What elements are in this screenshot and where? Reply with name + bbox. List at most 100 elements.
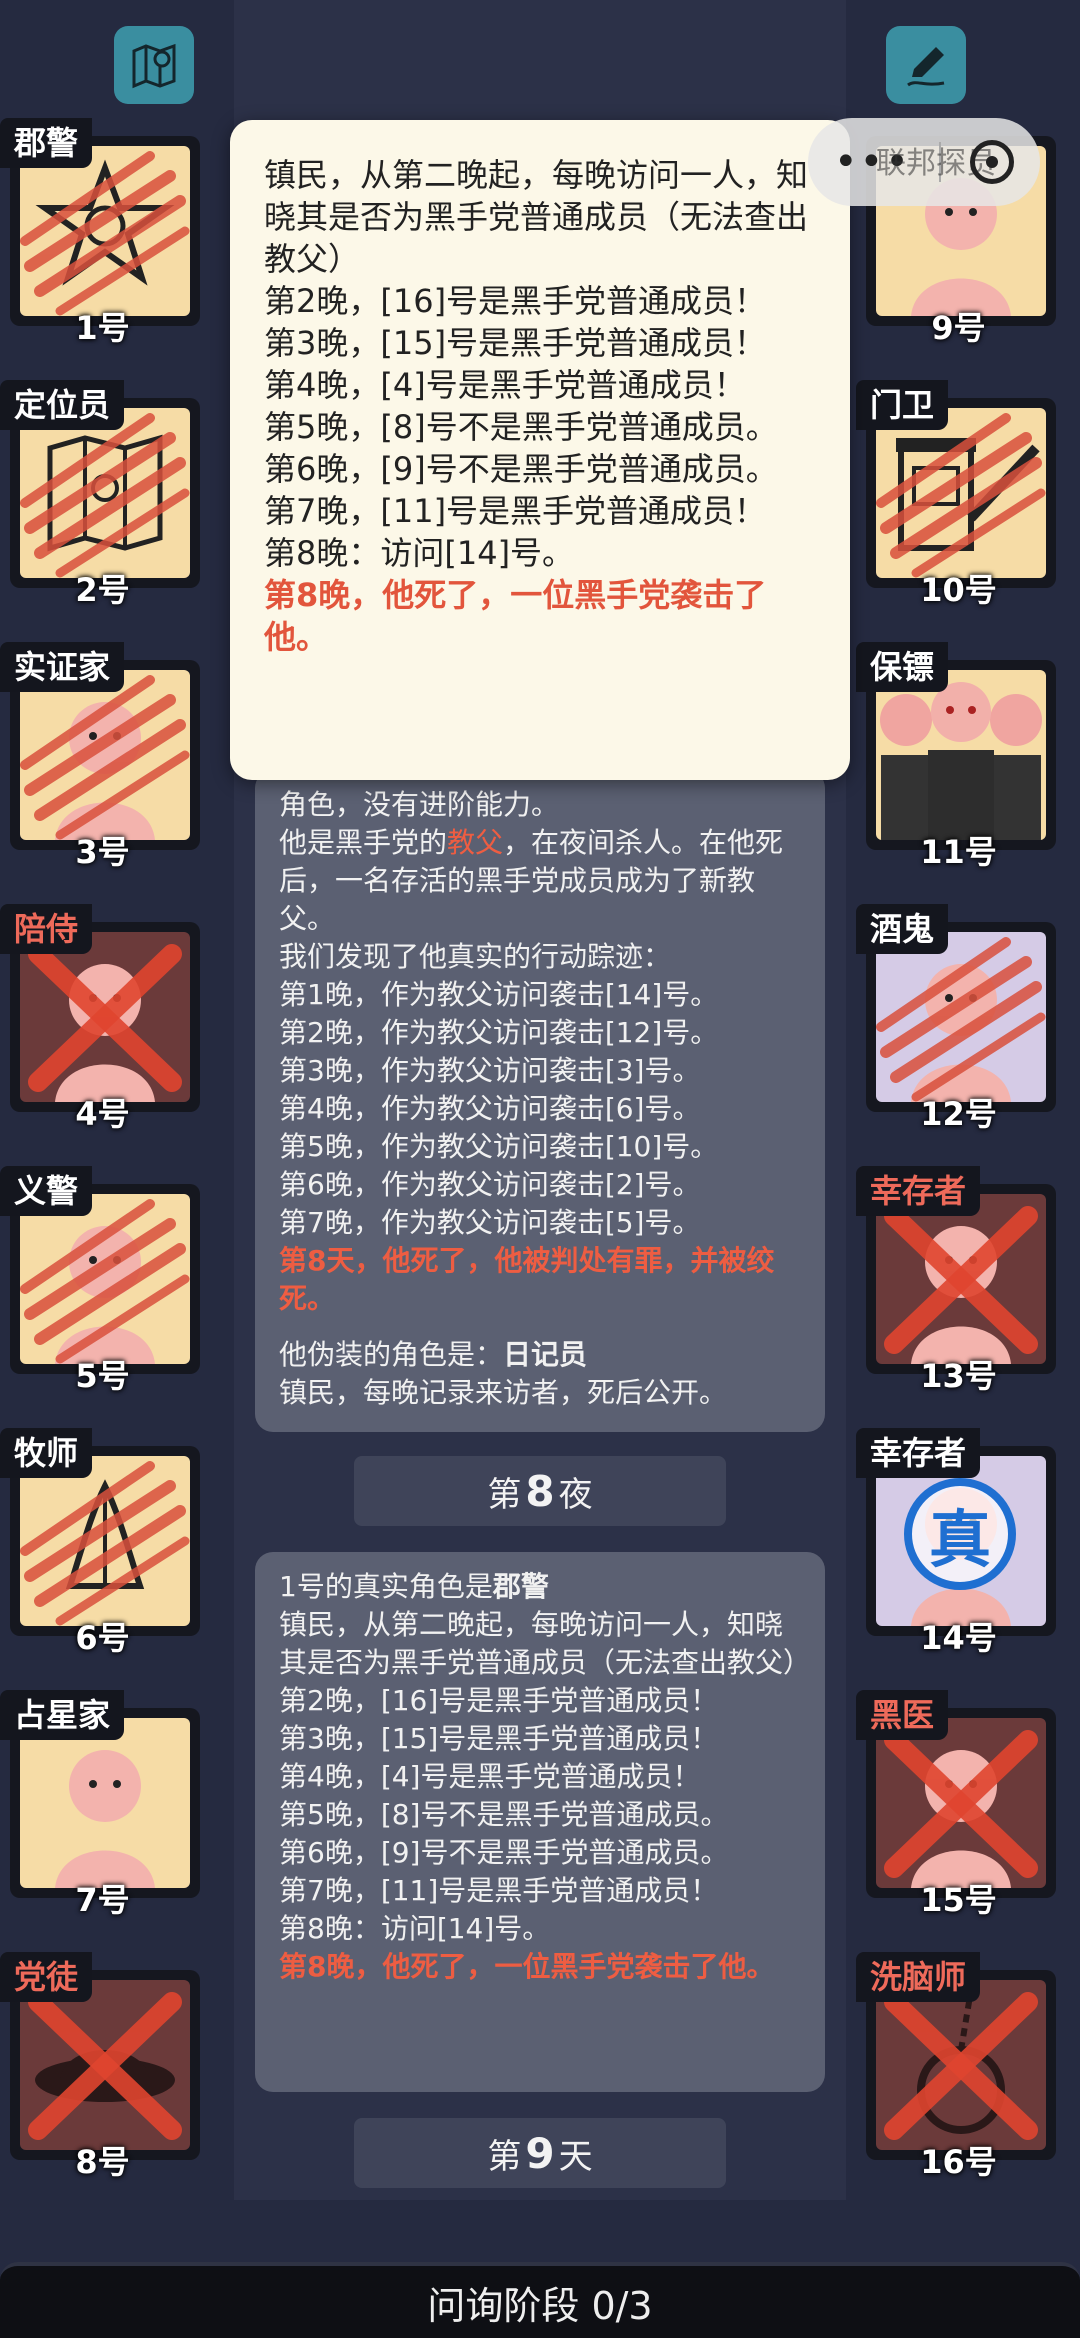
night-line: 第5晚，作为教父访问袭击[10]号。 [279,1130,719,1163]
banner-number: 9 [525,2128,555,2178]
badge-text: 真 [928,1503,991,1576]
player-number: 1号 [75,309,130,347]
drunk-icon [911,964,1011,1102]
disguise-prefix: 他伪装的角色是： [279,1338,504,1371]
night-8-banner: 第 8 夜 [354,1456,726,1526]
card-line: 第4晚，[4]号是黑手党普通成员！ [279,1760,701,1793]
pencil-icon [907,47,945,87]
player-card-13号[interactable]: 幸存者 13号 [856,1166,1061,1395]
godfather-line: 他是黑手党的教父，在夜间杀人。在他死后，一名存活的黑手党成员成为了新教父。 [279,824,801,938]
portrait [876,1980,1046,2150]
godfather-word: 教父 [447,826,504,859]
player-card-5号[interactable]: 义警 5号 [0,1166,205,1395]
portrait [876,932,1046,1102]
confused-person-icon [55,702,155,840]
player-card-1号[interactable]: 郡警 1号 [0,118,205,347]
dark-doctor-icon [911,1750,1011,1888]
player-card-4号[interactable]: 陪侍 4号 [0,904,205,1133]
phase-bar[interactable]: 问询阶段 0/3 [0,2262,1080,2338]
popup-line: 第5晚，[8]号不是黑手党普通成员。 [264,408,778,446]
popup-line: 第4晚，[4]号是黑手党普通成员！ [264,366,746,404]
player-number: 15号 [920,1881,997,1919]
portrait [20,670,190,840]
disguise-role: 日记员 [503,1338,588,1371]
map-icon [132,43,176,89]
role-label: 幸存者 [856,1428,981,1478]
player-number: 11号 [920,833,997,871]
role-label: 郡警 [0,118,93,168]
popup-line: 第8晚：访问[14]号。 [264,534,575,572]
role-info-popup[interactable]: 镇民，从第二晚起，每晚访问一人，知晓其是否为黑手党普通成员（无法查出教父） 第2… [230,120,850,780]
role-label: 实证家 [0,642,125,692]
player-number: 5号 [75,1357,130,1395]
player-card-8号[interactable]: 党徒 8号 [0,1952,205,2181]
history-card-godfather: 角色，没有进阶能力。 他是黑手党的教父，在夜间杀人。在他死后，一名存活的黑手党成… [255,770,825,1432]
popup-line: 第7晚，[11]号是黑手党普通成员！ [264,492,767,530]
banner-number: 8 [525,1466,555,1516]
portrait [20,1980,190,2150]
banner-prefix: 第 [487,2136,522,2177]
popup-death-line: 第8晚，他死了，一位黑手党袭击了他。 [264,576,767,656]
portrait: 真 [876,1456,1046,1626]
card-line: 第3晚，[15]号是黑手党普通成员！ [279,1722,719,1755]
mafia-hat-icon [35,2050,175,2102]
popup-line: 镇民，从第二晚起，每晚访问一人，知晓其是否为黑手党普通成员（无法查出教父） [264,156,809,278]
player-card-2号[interactable]: 定位员 2号 [0,380,205,609]
night-line: 第3晚，作为教父访问袭击[3]号。 [279,1054,701,1087]
portrait [876,408,1046,578]
map-pin-icon [47,434,163,552]
role-label: 门卫 [856,380,949,430]
player-card-15号[interactable]: 黑医 15号 [856,1690,1061,1919]
player-card-12号[interactable]: 酒鬼 12号 [856,904,1061,1133]
card-line: 第7晚，[11]号是黑手党普通成员！ [279,1874,719,1907]
praying-hands-icon [65,1479,145,1589]
notes-button[interactable] [886,26,966,104]
player-card-16号[interactable]: 洗脑师 16号 [856,1952,1061,2181]
player-card-10号[interactable]: 门卫 10号 [856,380,1061,609]
player-number: 3号 [75,833,130,871]
portrait [20,1718,190,1888]
sheriff-badge-icon [35,159,175,286]
night-line: 第1晚，作为教父访问袭击[14]号。 [279,978,719,1011]
role-label: 黑医 [856,1690,949,1740]
player-number: 9号 [931,309,986,347]
card-line: 第8晚：访问[14]号。 [279,1912,551,1945]
player-number: 13号 [920,1357,997,1395]
gate-booth-icon [896,438,1040,551]
card-line: 第6晚，[9]号不是黑手党普通成员。 [279,1836,729,1869]
role-label: 义警 [0,1166,93,1216]
verified-badge-icon: 真 [904,1478,1016,1590]
day-9-banner: 第 9 天 [354,2118,726,2188]
role-label: 党徒 [0,1952,93,2002]
player-card-7号[interactable]: 占星家 7号 [0,1690,205,1919]
popup-line: 第6晚，[9]号不是黑手党普通成员。 [264,450,778,488]
player-card-3号[interactable]: 实证家 3号 [0,642,205,871]
portrait [876,1194,1046,1364]
history-card-sheriff: 1号的真实角色是郡警 镇民，从第二晚起，每晚访问一人，知晓其是否为黑手党普通成员… [255,1552,825,2092]
player-card-14号[interactable]: 真 幸存者 14号 [856,1428,1061,1657]
bodyguards-icon [880,682,1042,840]
player-number: 7号 [75,1881,130,1919]
portrait [20,1456,190,1626]
astrologer-icon [55,1750,155,1888]
role-label: 牧师 [0,1428,93,1478]
portrait [20,408,190,578]
death-line: 第8天，他死了，他被判处有罪，并被绞死。 [279,1244,775,1315]
night-line: 第6晚，作为教父访问袭击[2]号。 [279,1168,701,1201]
player-card-6号[interactable]: 牧师 6号 [0,1428,205,1657]
close-circle-icon[interactable] [970,140,1014,184]
disguise-desc: 镇民，每晚记录来访者，死后公开。 [279,1376,728,1409]
player-card-11号[interactable]: 保镖 11号 [856,642,1061,871]
night-line: 第4晚，作为教父访问袭击[6]号。 [279,1092,701,1125]
role-label: 保镖 [856,642,949,692]
map-button[interactable] [114,26,194,104]
night-line: 第2晚，作为教父访问袭击[12]号。 [279,1016,719,1049]
portrait [20,146,190,316]
title-role: 郡警 [492,1570,549,1603]
portrait [876,1718,1046,1888]
player-number: 8号 [75,2143,130,2181]
vigilante-gun-icon [55,1226,155,1364]
role-label: 幸存者 [856,1166,981,1216]
miniprogram-capsule: 联邦探员 ••• [808,118,1040,206]
